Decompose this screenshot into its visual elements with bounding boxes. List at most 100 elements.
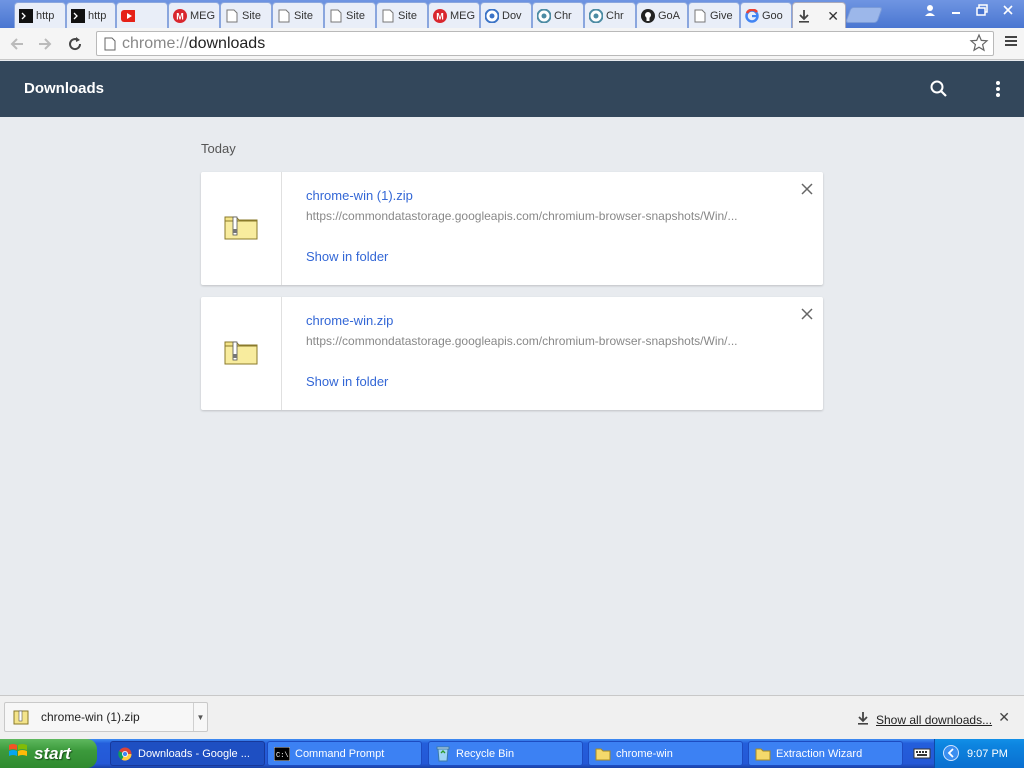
taskbar-button-chrome[interactable]: Downloads - Google ...: [110, 741, 265, 766]
keyboard-icon[interactable]: [913, 745, 931, 761]
page-info-icon[interactable]: [101, 35, 119, 53]
bookmark-star-icon[interactable]: [969, 33, 989, 58]
windows-taskbar: start Downloads - Google ... C:\ Command…: [0, 739, 1024, 768]
page-title: Downloads: [24, 80, 105, 97]
file-name-link[interactable]: chrome-win.zip: [306, 313, 393, 328]
svg-text:C:\: C:\: [276, 752, 289, 760]
page-icon: [693, 9, 707, 23]
tab-label: MEG: [450, 9, 476, 22]
taskbar-button-label: Command Prompt: [295, 747, 385, 760]
file-icon-column: [201, 297, 282, 410]
clock: 9:07 PM: [967, 747, 1008, 760]
tab[interactable]: [116, 2, 168, 28]
new-tab-button[interactable]: [845, 7, 883, 23]
address-bar[interactable]: chrome://downloads: [96, 31, 994, 56]
page-icon: [329, 9, 343, 23]
tab[interactable]: Chr: [532, 2, 584, 28]
tab[interactable]: Site: [324, 2, 376, 28]
taskbar-button-recycle-bin[interactable]: Recycle Bin: [428, 741, 583, 766]
taskbar-button-chrome-win-folder[interactable]: chrome-win: [588, 741, 743, 766]
remove-icon[interactable]: [799, 306, 815, 322]
shelf-file-name: chrome-win (1).zip: [41, 710, 140, 724]
tab-close-icon[interactable]: ✕: [827, 8, 839, 25]
tab[interactable]: http: [66, 2, 116, 28]
minimize-icon[interactable]: [944, 1, 968, 19]
restore-icon[interactable]: [970, 1, 994, 19]
shelf-download-item[interactable]: chrome-win (1).zip ▼: [4, 702, 208, 732]
svg-text:M: M: [176, 11, 184, 21]
mega-icon: M: [173, 8, 187, 23]
chrome-menu-icon[interactable]: [1004, 34, 1018, 53]
tab-label: MEG: [190, 9, 216, 22]
more-actions-icon[interactable]: [988, 78, 1008, 100]
search-icon[interactable]: [928, 78, 950, 100]
taskbar-button-label: Downloads - Google ...: [138, 747, 250, 760]
tab-label: Site: [294, 9, 313, 22]
google-icon: [745, 8, 759, 23]
tray-expand-icon[interactable]: [943, 745, 959, 766]
tab-label: Site: [398, 9, 417, 22]
tab[interactable]: M MEG: [168, 2, 220, 28]
windows-logo-icon: [8, 742, 28, 765]
terminal-icon: [71, 8, 85, 23]
source-url[interactable]: https://commondatastorage.googleapis.com…: [306, 209, 776, 223]
tab-label: Chr: [554, 9, 572, 22]
folder-icon: [595, 746, 611, 762]
system-tray: 9:07 PM: [934, 739, 1024, 768]
source-url[interactable]: https://commondatastorage.googleapis.com…: [306, 334, 776, 348]
chromium-icon: [589, 8, 603, 23]
remove-icon[interactable]: [799, 181, 815, 197]
chrome-icon: [117, 746, 133, 762]
download-item: chrome-win (1).zip https://commondatasto…: [201, 172, 823, 285]
tab-label: Chr: [606, 9, 624, 22]
tab[interactable]: Site: [272, 2, 324, 28]
taskbar-button-extraction-wizard[interactable]: Extraction Wizard: [748, 741, 903, 766]
page-icon: [277, 9, 291, 23]
close-shelf-icon[interactable]: ✕: [998, 709, 1010, 726]
tab-label: Give: [710, 9, 733, 22]
tab-downloads-active[interactable]: ✕: [792, 2, 846, 29]
zip-file-icon: [13, 709, 29, 725]
file-name-link[interactable]: chrome-win (1).zip: [306, 188, 413, 203]
reload-icon[interactable]: [63, 32, 87, 56]
tab[interactable]: Site: [376, 2, 428, 28]
show-all-downloads-link[interactable]: Show all downloads...: [856, 711, 992, 728]
tab[interactable]: GoA: [636, 2, 688, 28]
tab[interactable]: Site: [220, 2, 272, 28]
back-icon[interactable]: [5, 32, 29, 56]
browser-toolbar: chrome://downloads: [0, 28, 1024, 60]
start-button[interactable]: start: [0, 739, 97, 768]
tab[interactable]: M MEG: [428, 2, 480, 28]
taskbar-button-label: Recycle Bin: [456, 747, 515, 760]
tab-label: GoA: [658, 9, 681, 22]
show-in-folder-link[interactable]: Show in folder: [306, 249, 388, 264]
zip-folder-icon: [224, 212, 258, 245]
forward-icon[interactable]: [33, 32, 57, 56]
tab-label: http: [88, 9, 107, 22]
window-controls: [918, 1, 1020, 19]
tab-label: Dov: [502, 9, 522, 22]
show-in-folder-link[interactable]: Show in folder: [306, 374, 388, 389]
tab[interactable]: Dov: [480, 2, 532, 28]
shelf-item-dropdown-icon[interactable]: ▼: [193, 703, 207, 731]
github-icon: [641, 8, 655, 23]
address-text: chrome://downloads: [122, 35, 265, 53]
start-label: start: [34, 743, 71, 763]
chrome-icon: [485, 8, 499, 23]
tab-label: Site: [242, 9, 261, 22]
profile-icon[interactable]: [918, 1, 942, 19]
file-icon-column: [201, 172, 282, 285]
download-item: chrome-win.zip https://commondatastorage…: [201, 297, 823, 410]
downloads-header: Downloads: [0, 61, 1024, 117]
recycle-bin-icon: [435, 746, 451, 762]
tab[interactable]: Goo: [740, 2, 792, 28]
taskbar-button-command-prompt[interactable]: C:\ Command Prompt: [267, 741, 422, 766]
close-window-icon[interactable]: [996, 1, 1020, 19]
tab[interactable]: Give: [688, 2, 740, 28]
tab-label: Goo: [762, 9, 783, 22]
download-icon: [797, 9, 811, 23]
tab[interactable]: Chr: [584, 2, 636, 28]
show-all-label: Show all downloads...: [876, 712, 993, 727]
tab[interactable]: http: [14, 2, 66, 28]
terminal-icon: [19, 8, 33, 23]
